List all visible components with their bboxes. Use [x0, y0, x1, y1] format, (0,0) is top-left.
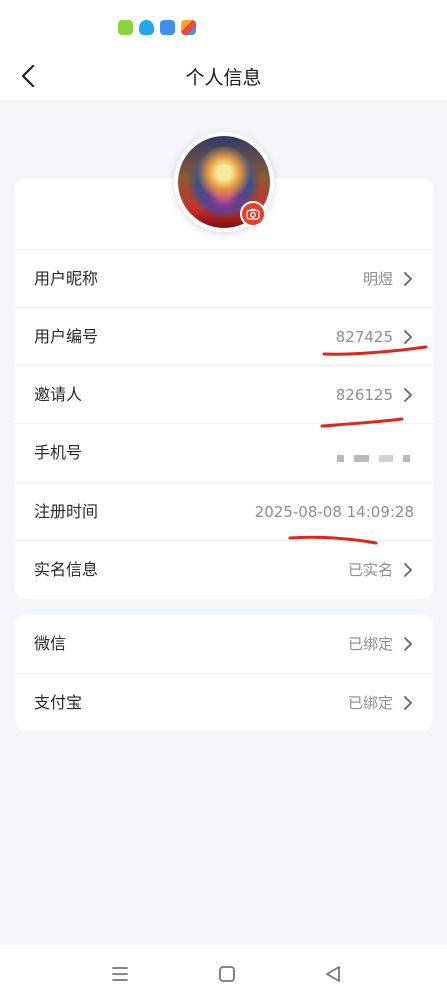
chevron-right-icon — [404, 330, 413, 344]
row-inviter[interactable]: 邀请人 826125 — [15, 365, 433, 423]
row-value: 已绑定 — [347, 635, 393, 653]
chevron-right-icon — [404, 563, 413, 577]
row-label: 手机号 — [34, 443, 83, 462]
row-alipay[interactable]: 支付宝 已绑定 — [15, 673, 433, 731]
row-value: 826125 — [335, 386, 393, 404]
row-wechat[interactable]: 微信 已绑定 — [15, 615, 433, 673]
row-label: 邀请人 — [34, 385, 83, 404]
chevron-right-icon — [404, 696, 413, 710]
row-nickname[interactable]: 用户昵称 明煜 — [15, 249, 433, 307]
row-value: 已绑定 — [347, 694, 393, 712]
row-label: 微信 — [34, 634, 67, 653]
camera-icon — [246, 208, 260, 220]
row-label: 注册时间 — [34, 502, 99, 521]
game-notification-icon — [181, 20, 196, 35]
row-label: 用户昵称 — [34, 269, 99, 288]
system-navigation-bar — [0, 945, 447, 1000]
back-triangle-icon[interactable] — [320, 961, 346, 987]
menu-icon[interactable] — [107, 961, 133, 987]
chevron-right-icon — [404, 388, 413, 402]
row-label: 支付宝 — [34, 693, 83, 712]
page-title: 个人信息 — [185, 67, 262, 89]
row-label: 实名信息 — [34, 560, 99, 579]
home-icon[interactable] — [214, 961, 240, 987]
navigation-bar: 个人信息 — [0, 52, 447, 100]
row-register-time: 注册时间 2025-08-08 14:09:28 — [15, 482, 433, 540]
row-value: 2025-08-08 14:09:28 — [254, 503, 414, 521]
row-value: 827425 — [335, 328, 393, 346]
notification-icons — [118, 20, 196, 35]
chevron-right-icon — [404, 272, 413, 286]
row-phone[interactable]: 手机号 — [15, 423, 433, 481]
chevron-right-icon — [404, 637, 413, 651]
change-avatar-button[interactable] — [240, 201, 266, 227]
status-bar — [0, 0, 447, 52]
row-value: 明煜 — [362, 270, 393, 288]
row-value: 已实名 — [347, 561, 393, 579]
message-notification-icon — [160, 20, 175, 35]
app-notification-icon — [118, 20, 133, 35]
row-user-id[interactable]: 用户编号 827425 — [15, 307, 433, 365]
phone-number-redacted — [337, 455, 410, 462]
qq-notification-icon — [139, 20, 154, 35]
row-real-name[interactable]: 实名信息 已实名 — [15, 540, 433, 598]
row-label: 用户编号 — [34, 327, 99, 346]
